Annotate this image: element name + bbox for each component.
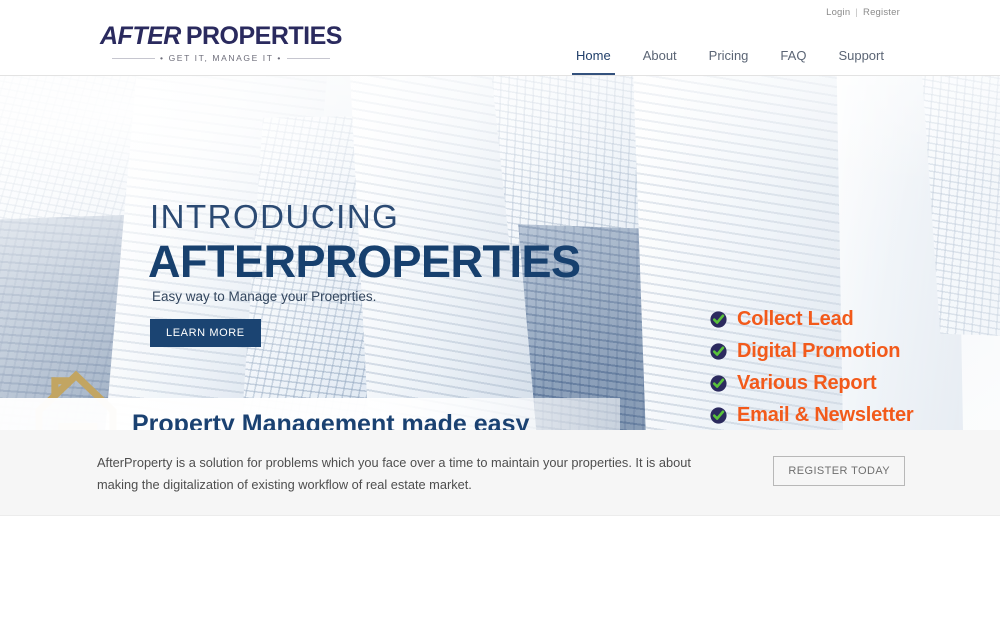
check-circle-icon (710, 311, 727, 328)
nav-item-pricing[interactable]: Pricing (693, 48, 765, 75)
check-circle-icon (710, 343, 727, 360)
hero-banner-text: Property Management made easy (132, 409, 530, 431)
about-section: About AfterProperty ◉ LANGUAGES| 👤 Welco… (0, 516, 1000, 624)
nav-item-faq[interactable]: FAQ (764, 48, 822, 75)
register-link[interactable]: Register (863, 7, 900, 18)
check-circle-icon (710, 375, 727, 392)
feature-label: Various Report (737, 372, 877, 394)
nav-item-support[interactable]: Support (822, 48, 900, 75)
feature-label: Digital Promotion (737, 340, 901, 362)
nav-item-home[interactable]: Home (560, 48, 627, 75)
hero-eyebrow: INTRODUCING (150, 198, 400, 235)
site-header: Login | Register AFTER PROPERTIES • GET IT… (0, 0, 1000, 76)
feature-label: Collect Lead (737, 308, 854, 330)
intro-section: AfterProperty is a solution for problems… (0, 430, 1000, 516)
register-today-button[interactable]: REGISTER TODAY (773, 456, 905, 486)
feature-item: Email & Newsletter (710, 404, 914, 427)
feature-item: Collect Lead (710, 308, 913, 331)
feature-item: Digital Promotion (710, 340, 913, 363)
logo-text-after: AFTER (100, 21, 181, 50)
utility-nav: Login | Register (826, 7, 900, 18)
hero-carousel: INTRODUCING AFTERPROPERTIES Easy way to … (0, 76, 1000, 430)
hero-banner: Property Management made easy (0, 398, 620, 430)
logo-tagline: • GET IT, MANAGE IT • (100, 53, 331, 63)
learn-more-button[interactable]: LEARN MORE (150, 319, 261, 347)
login-link[interactable]: Login (826, 7, 850, 18)
hero-subtitle: Easy way to Manage your Proeprties. (152, 289, 377, 304)
utility-separator: | (855, 7, 859, 18)
hero-feature-list: Collect Lead Digital Promotion Various R… (710, 308, 914, 430)
tagline-text: • GET IT, MANAGE IT • (160, 53, 282, 63)
feature-label: Email & Newsletter (737, 404, 914, 426)
intro-paragraph: AfterProperty is a solution for problems… (97, 455, 691, 493)
logo-text-properties: PROPERTIES (185, 21, 343, 50)
check-circle-icon (710, 407, 727, 424)
site-logo[interactable]: AFTER PROPERTIES • GET IT, MANAGE IT • (100, 21, 342, 68)
main-navigation: Home About Pricing FAQ Support (560, 31, 900, 75)
hero-title: AFTERPROPERTIES (148, 236, 581, 287)
feature-item: Various Report (710, 372, 913, 395)
tagline-rule-left (112, 57, 156, 59)
nav-item-about[interactable]: About (627, 48, 693, 75)
tagline-rule-right (286, 57, 331, 59)
logo-wordmark: AFTER PROPERTIES (100, 21, 342, 50)
